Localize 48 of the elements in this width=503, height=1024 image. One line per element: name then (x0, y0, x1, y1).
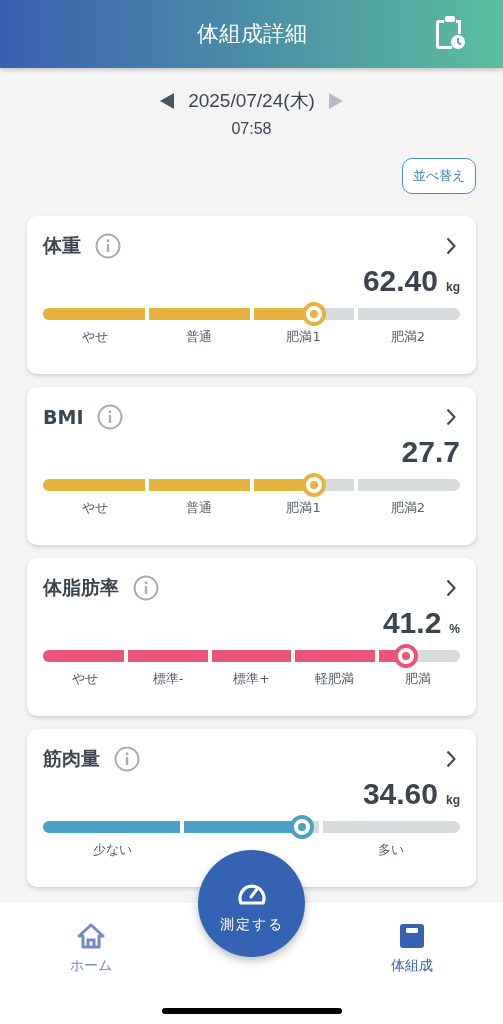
nav-tab[interactable]: 体組成 (385, 903, 439, 975)
range-label: 普通 (186, 500, 213, 515)
info-icon[interactable] (95, 233, 121, 259)
range-label: 標準- (152, 671, 184, 686)
unit-label: kg (446, 793, 460, 807)
info-icon[interactable] (97, 404, 124, 430)
range-label: 肥満2 (390, 500, 425, 515)
metric-value: 34.60 (362, 777, 438, 811)
range-label: 標準+ (233, 671, 270, 686)
info-icon[interactable] (133, 575, 159, 601)
range-label: やせ (82, 500, 109, 515)
range-label: 肥満 (405, 671, 432, 686)
unit-label: % (449, 622, 460, 636)
range-label: 肥満2 (390, 329, 425, 344)
metric-title: 筋肉量 (43, 746, 100, 771)
home-icon (77, 923, 105, 949)
metric-title: BMI (43, 406, 84, 428)
metric-card[interactable]: 体重 62.40 kg やせ 普通 肥満1 肥満2 (27, 216, 476, 374)
clipboard-clock-icon[interactable] (435, 14, 465, 50)
range-label: やせ (82, 329, 109, 344)
metric-card[interactable]: 筋肉量 34.60 kg 少ない 多い (27, 729, 476, 887)
metric-card[interactable]: BMI 27.7 やせ 普通 肥満1 肥満2 (27, 387, 476, 545)
metric-value: 41.2 (382, 606, 442, 640)
range-label: やせ (71, 671, 98, 686)
range-label: 軽肥満 (315, 671, 355, 686)
measurement-date: 2025/07/24(木) (188, 89, 315, 113)
previous-day-icon[interactable] (160, 93, 175, 109)
nav-tab[interactable]: ホーム (64, 903, 118, 975)
chevron-right-icon[interactable] (446, 237, 456, 255)
unit-label: kg (446, 280, 460, 294)
metric-value: 27.7 (401, 435, 460, 469)
range-label: 少ない (93, 842, 132, 857)
metric-card[interactable]: 体脂肪率 41.2 % やせ 標準- 標準+ 軽肥満 肥満 (27, 558, 476, 716)
metric-title: 体重 (43, 233, 81, 258)
sort-button[interactable]: 並べ替え (402, 158, 476, 194)
chevron-right-icon[interactable] (446, 579, 456, 597)
metric-value: 62.40 (362, 264, 438, 298)
range-label: 普通 (186, 329, 213, 344)
chevron-right-icon[interactable] (446, 750, 456, 768)
chevron-right-icon[interactable] (446, 408, 456, 426)
range-label: 肥満1 (286, 329, 321, 344)
range-label: 肥満1 (286, 500, 321, 515)
range-label: 多い (377, 842, 404, 857)
info-icon[interactable] (114, 746, 140, 772)
screen-title: 体組成詳細 (196, 20, 307, 48)
measurement-time: 07:58 (230, 120, 273, 138)
metric-title: 体脂肪率 (43, 575, 119, 600)
scale-icon (399, 923, 425, 949)
